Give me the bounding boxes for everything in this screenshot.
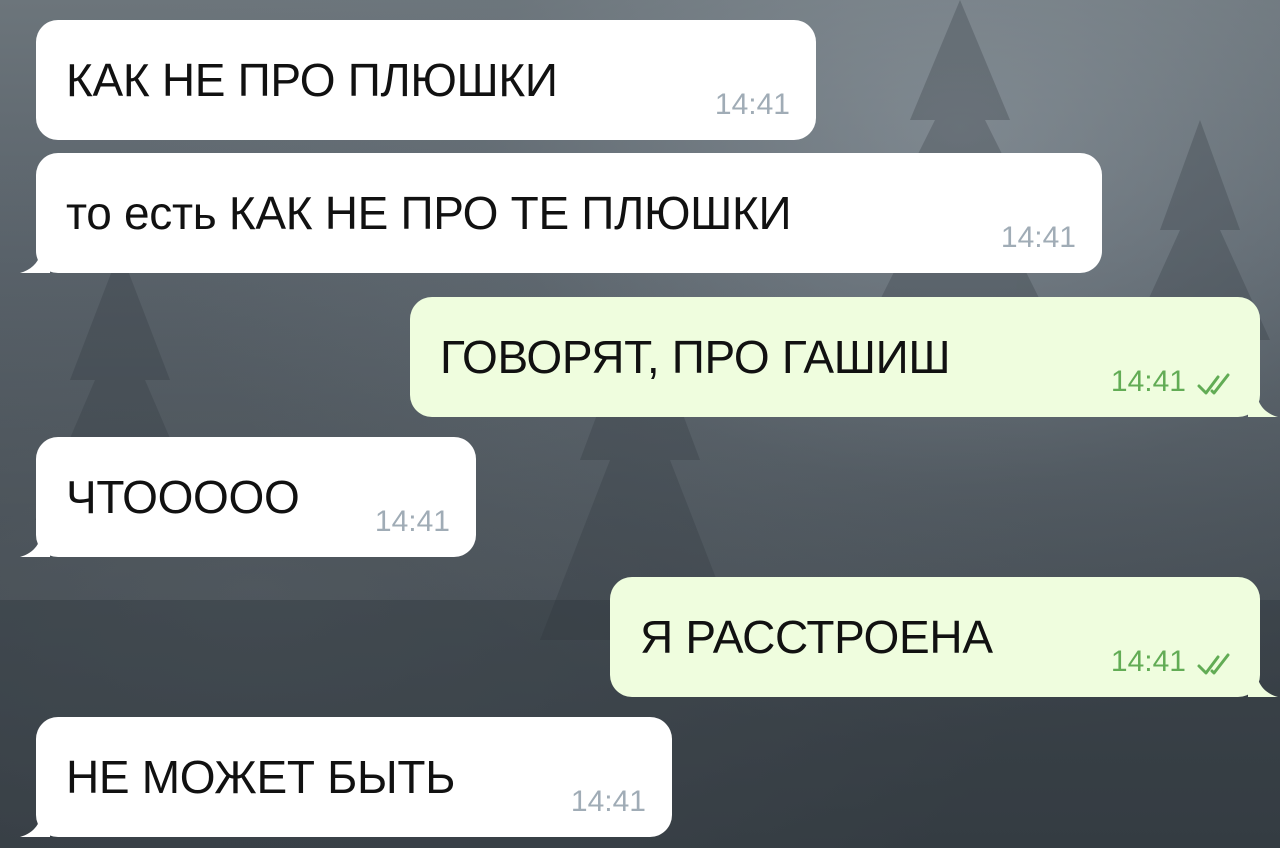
message-time: 14:41 bbox=[374, 505, 450, 538]
message-outgoing[interactable]: ГОВОРЯТ, ПРО ГАШИШ 14:41 bbox=[410, 297, 1278, 417]
message-incoming[interactable]: ЧТООООО 14:41 bbox=[20, 437, 476, 557]
message-text: ЧТООООО bbox=[66, 471, 300, 523]
message-time: 14:41 bbox=[1111, 647, 1236, 677]
message-text: то есть КАК НЕ ПРО ТЕ ПЛЮШКИ bbox=[66, 187, 792, 239]
message-outgoing[interactable]: Я РАССТРОЕНА 14:41 bbox=[610, 577, 1278, 697]
double-check-icon bbox=[1197, 373, 1230, 395]
bubble-tail-icon bbox=[20, 807, 50, 837]
message-text: Я РАССТРОЕНА bbox=[640, 611, 993, 663]
message-time: 14:41 bbox=[1000, 221, 1076, 254]
message-time: 14:41 bbox=[1111, 367, 1236, 397]
message-time: 14:41 bbox=[570, 785, 646, 818]
message-text: ГОВОРЯТ, ПРО ГАШИШ bbox=[440, 331, 951, 383]
bubble-tail-icon bbox=[1248, 667, 1278, 697]
bubble-tail-icon bbox=[1248, 387, 1278, 417]
bubble-tail-icon bbox=[20, 527, 50, 557]
message-incoming[interactable]: НЕ МОЖЕТ БЫТЬ 14:41 bbox=[20, 717, 672, 837]
message-text: КАК НЕ ПРО ПЛЮШКИ bbox=[66, 54, 558, 106]
message-time: 14:41 bbox=[714, 88, 790, 121]
double-check-icon bbox=[1197, 653, 1230, 675]
message-text: НЕ МОЖЕТ БЫТЬ bbox=[66, 751, 456, 803]
message-incoming[interactable]: КАК НЕ ПРО ПЛЮШКИ 14:41 bbox=[36, 20, 816, 140]
message-incoming[interactable]: то есть КАК НЕ ПРО ТЕ ПЛЮШКИ 14:41 bbox=[20, 153, 1102, 273]
bubble-tail-icon bbox=[20, 243, 50, 273]
